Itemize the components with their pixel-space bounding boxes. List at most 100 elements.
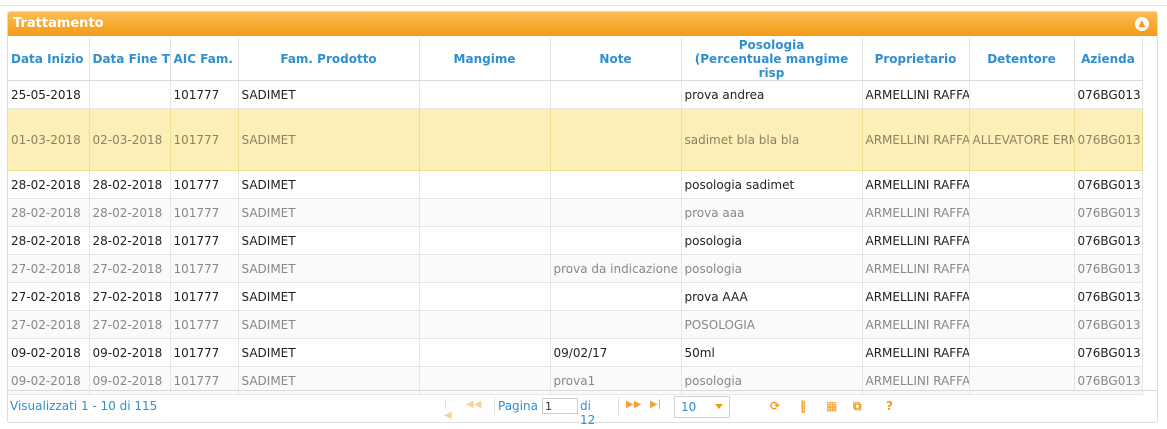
grid-pager: Visualizzati 1 - 10 di 115 |◀ ◀◀ Pagina … [8,390,1157,427]
cell-data-fine: 28-02-2018 [89,198,171,227]
cell-note [550,80,682,109]
collapse-icon[interactable]: ▲ [1135,17,1149,31]
cell-aic-fam: 101777 [170,198,239,227]
col-header-azienda[interactable]: Azienda [1074,38,1143,81]
cell-proprietario: ARMELLINI RAFFA [862,170,970,199]
table-row[interactable]: 27-02-2018 27-02-2018 101777 SADIMET POSOLOG… [8,310,1143,339]
cell-posologia: 50ml [681,338,863,367]
cell-note: prova da indicazione [550,254,682,283]
cell-posologia: posologia [681,226,863,255]
cell-azienda: 076BG013 [1074,282,1143,311]
cell-proprietario: ARMELLINI RAFFA [862,282,970,311]
table-row[interactable]: 28-02-2018 28-02-2018 101777 SADIMET posolog… [8,170,1143,199]
refresh-icon[interactable]: ⟳ [770,399,780,413]
cell-fam-prodotto: SADIMET [238,198,420,227]
cell-proprietario: ARMELLINI RAFFA [862,310,970,339]
cell-data-inizio: 27-02-2018 [8,310,90,339]
cell-proprietario: ARMELLINI RAFFA [862,198,970,227]
cell-mangime [419,108,551,171]
col-header-fam-prodotto[interactable]: Fam. Prodotto [238,38,420,81]
cell-data-inizio: 09-02-2018 [8,338,90,367]
cell-data-inizio: 28-02-2018 [8,198,90,227]
grid-header-row: Data Inizio Data Fine T AIC Fam. Fam. Pr… [8,38,1143,81]
cell-azienda: 076BG013 [1074,80,1143,109]
help-icon[interactable]: ? [886,399,893,413]
panel-title: Trattamento [13,16,104,31]
cell-posologia: prova AAA [681,282,863,311]
next-page-icon[interactable]: ▶▶ [626,399,641,410]
cell-aic-fam: 101777 [170,80,239,109]
page-size-select[interactable]: 10 [674,396,730,418]
cell-proprietario: ARMELLINI RAFFA [862,108,970,171]
cell-detentore [969,282,1075,311]
cell-detentore [969,310,1075,339]
cell-fam-prodotto: SADIMET [238,226,420,255]
page-size-value: 10 [681,400,697,414]
treatment-grid: Data Inizio Data Fine T AIC Fam. Fam. Pr… [8,38,1143,395]
cell-detentore: ALLEVATORE ERM [969,108,1075,171]
first-page-icon[interactable]: |◀ [444,399,452,421]
cell-mangime [419,170,551,199]
cell-data-fine [89,80,171,109]
pager-separator [494,397,495,415]
panel-header: Trattamento ▲ [8,12,1157,36]
cell-detentore [969,254,1075,283]
cell-fam-prodotto: SADIMET [238,170,420,199]
cell-aic-fam: 101777 [170,310,239,339]
cell-mangime [419,338,551,367]
cell-proprietario: ARMELLINI RAFFA [862,226,970,255]
table-row[interactable]: 27-02-2018 27-02-2018 101777 SADIMET prova A… [8,282,1143,311]
last-page-icon[interactable]: ▶| [650,399,661,410]
col-header-proprietario[interactable]: Proprietario [862,38,970,81]
cell-mangime [419,310,551,339]
cell-note [550,170,682,199]
columns-icon[interactable]: ‖ [800,399,806,413]
cell-fam-prodotto: SADIMET [238,310,420,339]
top-divider [0,5,1167,6]
table-row[interactable]: 28-02-2018 28-02-2018 101777 SADIMET posolog… [8,226,1143,255]
grid-body: 25-05-2018 101777 SADIMET prova andrea ARMEL… [8,80,1143,395]
export-icon[interactable]: ▦ [826,399,837,413]
col-header-detentore[interactable]: Detentore [969,38,1075,81]
col-header-mangime[interactable]: Mangime [419,38,551,81]
col-header-aic-fam[interactable]: AIC Fam. [170,38,239,81]
table-row[interactable]: 09-02-2018 09-02-2018 101777 SADIMET 09/02/1… [8,338,1143,367]
table-row[interactable]: 27-02-2018 27-02-2018 101777 SADIMET prova d… [8,254,1143,283]
cell-detentore [969,80,1075,109]
cell-detentore [969,226,1075,255]
cell-proprietario: ARMELLINI RAFFA [862,80,970,109]
cell-note [550,198,682,227]
col-header-data-inizio[interactable]: Data Inizio [8,38,90,81]
cell-detentore [969,338,1075,367]
page-number-input[interactable] [542,398,578,414]
cell-posologia: prova andrea [681,80,863,109]
cell-data-inizio: 28-02-2018 [8,226,90,255]
prev-page-icon[interactable]: ◀◀ [466,399,481,410]
pager-separator [618,397,619,415]
cell-azienda: 076BG013 [1074,170,1143,199]
cell-data-inizio: 27-02-2018 [8,254,90,283]
table-row[interactable]: 28-02-2018 28-02-2018 101777 SADIMET prova a… [8,198,1143,227]
cell-azienda: 076BG013 [1074,338,1143,367]
cell-fam-prodotto: SADIMET [238,282,420,311]
cell-posologia: sadimet bla bla bla [681,108,863,171]
cell-aic-fam: 101777 [170,338,239,367]
popout-icon[interactable]: ⧉ [853,399,862,414]
cell-note [550,226,682,255]
cell-note [550,310,682,339]
cell-azienda: 076BG013 [1074,108,1143,171]
cell-data-fine: 27-02-2018 [89,310,171,339]
col-header-note[interactable]: Note [550,38,682,81]
cell-data-fine: 28-02-2018 [89,170,171,199]
cell-data-fine: 09-02-2018 [89,338,171,367]
cell-aic-fam: 101777 [170,282,239,311]
cell-azienda: 076BG013 [1074,254,1143,283]
col-header-posologia[interactable]: Posologia (Percentuale mangime risp [681,38,863,81]
table-row[interactable]: 01-03-2018 02-03-2018 101777 SADIMET sadimet… [8,108,1143,171]
cell-mangime [419,198,551,227]
cell-aic-fam: 101777 [170,254,239,283]
cell-data-inizio: 01-03-2018 [8,108,90,171]
cell-note [550,282,682,311]
col-header-data-fine[interactable]: Data Fine T [89,38,171,81]
table-row[interactable]: 25-05-2018 101777 SADIMET prova andrea ARMEL… [8,80,1143,109]
